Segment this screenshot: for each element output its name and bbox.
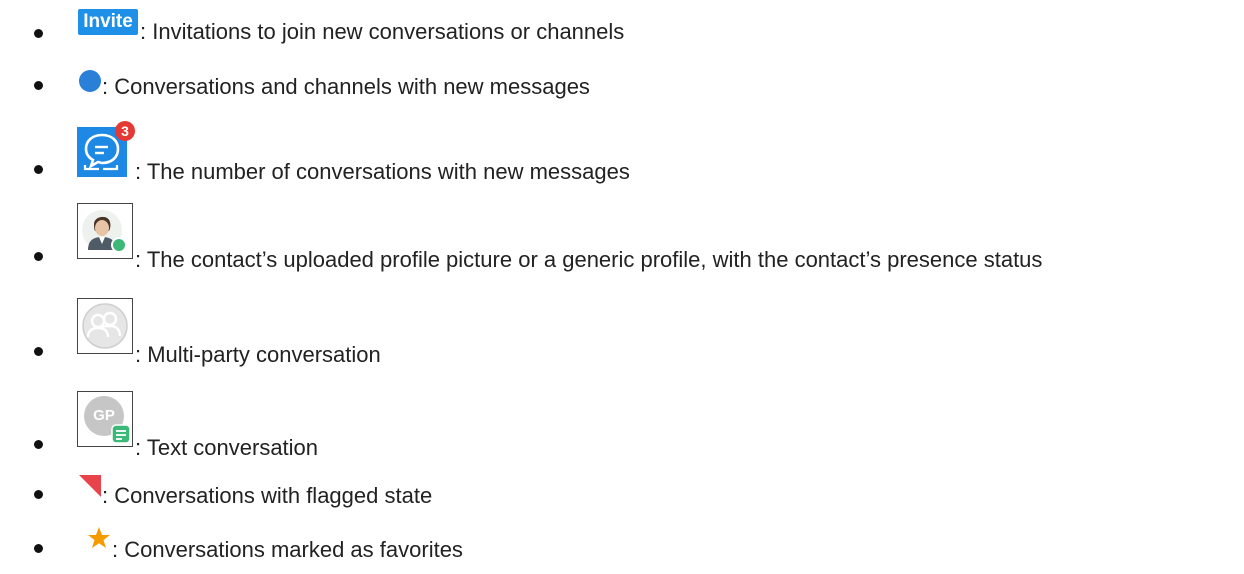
legend-item-description: : Conversations with flagged state	[102, 483, 433, 508]
legend-item-profile-picture: : The contact’s uploaded profile picture…	[0, 190, 1244, 272]
bullet	[34, 81, 43, 90]
legend-item-flagged: : Conversations with flagged state	[0, 464, 1244, 508]
message-icon	[111, 424, 131, 444]
legend-item-favorites: : Conversations marked as favorites	[0, 516, 1244, 562]
multi-party-icon	[77, 298, 133, 354]
legend-item-invite: Invite : Invitations to join new convers…	[0, 0, 1244, 44]
bullet	[34, 490, 43, 499]
chat-bubble-icon: 3	[77, 121, 135, 177]
invite-badge: Invite	[78, 9, 138, 35]
legend-item-description: : Text conversation	[135, 435, 319, 460]
bullet	[34, 165, 43, 174]
legend-item-description: : The number of conversations with new m…	[135, 159, 630, 184]
legend-item-description: : Multi-party conversation	[135, 342, 381, 367]
legend-item-description: : Invitations to join new conversations …	[140, 19, 625, 44]
legend-item-description: : The contact’s uploaded profile picture…	[135, 247, 1043, 272]
bullet	[34, 252, 43, 261]
legend-item-new-message-count: 3 : The number of conversations with new…	[0, 104, 1244, 184]
bullet	[34, 347, 43, 356]
legend-item-description: : Conversations marked as favorites	[112, 537, 463, 562]
text-conversation-icon: GP	[77, 391, 133, 447]
profile-picture-icon	[77, 203, 133, 259]
legend-item-new-messages: : Conversations and channels with new me…	[0, 54, 1244, 99]
blue-dot-icon	[79, 70, 101, 92]
legend-item-text-conversation: GP : Text conversation	[0, 377, 1244, 460]
bullet	[34, 544, 43, 553]
flag-icon	[79, 475, 101, 497]
legend-item-description: : Conversations and channels with new me…	[102, 74, 590, 99]
bullet	[34, 29, 43, 38]
icon-legend-list: Invite : Invitations to join new convers…	[0, 0, 1244, 574]
unread-count-badge: 3	[115, 121, 135, 141]
legend-item-multi-party: : Multi-party conversation	[0, 284, 1244, 367]
bullet	[34, 440, 43, 449]
star-icon	[87, 526, 111, 550]
